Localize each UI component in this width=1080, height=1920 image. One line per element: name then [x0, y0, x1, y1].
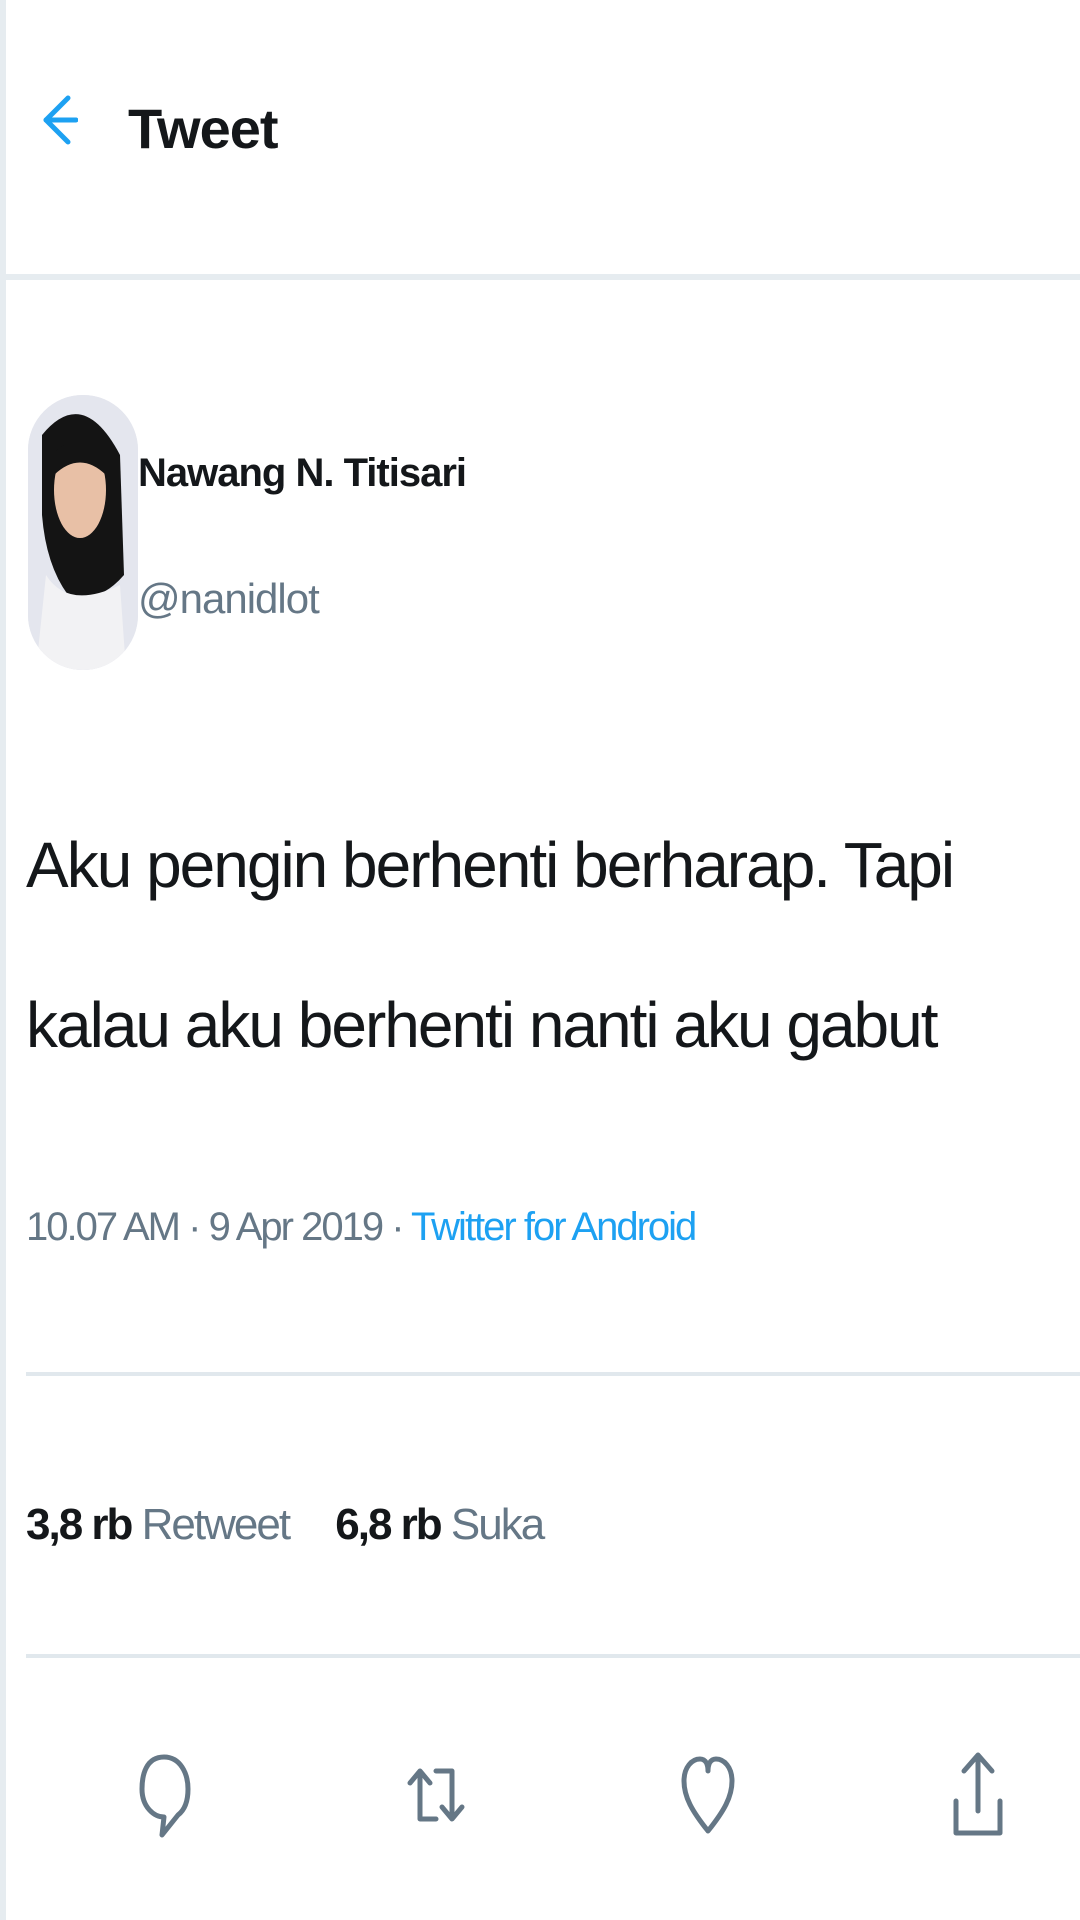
meta-separator: ·: [188, 1205, 201, 1249]
tweet-stats: 3,8 rb Retweet 6,8 rb Suka: [26, 1500, 579, 1550]
author-handle[interactable]: @nanidlot: [138, 575, 320, 623]
share-button[interactable]: [928, 1740, 1028, 1850]
tweet-text: Aku pengin berhenti berharap. Tapi kalau…: [26, 829, 955, 1061]
divider: [26, 1654, 1080, 1658]
retweet-button[interactable]: [386, 1740, 486, 1850]
app-header: Tweet: [6, 0, 1080, 280]
meta-separator: ·: [391, 1205, 404, 1249]
retweet-icon: [406, 1745, 466, 1845]
author-name[interactable]: Nawang N. Titisari: [138, 451, 467, 496]
page-title: Tweet: [128, 97, 279, 160]
reply-button[interactable]: [114, 1740, 214, 1850]
like-button[interactable]: [658, 1740, 758, 1850]
likes-label: Suka: [450, 1500, 545, 1549]
likes-stat[interactable]: 6,8 rb Suka: [335, 1500, 545, 1550]
reply-icon: [134, 1745, 194, 1845]
tweet-author: Nawang N. Titisari @nanidlot: [24, 395, 1064, 675]
tweet-source-link[interactable]: Twitter for Android: [411, 1205, 697, 1249]
likes-count: 6,8 rb: [335, 1500, 442, 1549]
heart-icon: [678, 1745, 738, 1845]
retweets-label: Retweet: [141, 1500, 291, 1549]
tweet-time: 10.07 AM: [26, 1205, 181, 1249]
header-divider: [6, 274, 1080, 280]
tweet-meta: 10.07 AM · 9 Apr 2019 · Twitter for Andr…: [26, 1205, 697, 1250]
tweet-action-bar: [6, 1740, 1080, 1850]
tweet-detail-page: Tweet Nawang N. Titisari @nanidlot Aku p…: [0, 0, 1080, 1920]
divider: [26, 1372, 1080, 1376]
arrow-left-icon: [38, 90, 78, 150]
retweets-count: 3,8 rb: [26, 1500, 133, 1549]
share-icon: [948, 1745, 1008, 1845]
retweets-stat[interactable]: 3,8 rb Retweet: [26, 1500, 291, 1550]
avatar[interactable]: [28, 395, 138, 670]
tweet-date: 9 Apr 2019: [208, 1205, 384, 1249]
back-button[interactable]: [26, 88, 90, 152]
